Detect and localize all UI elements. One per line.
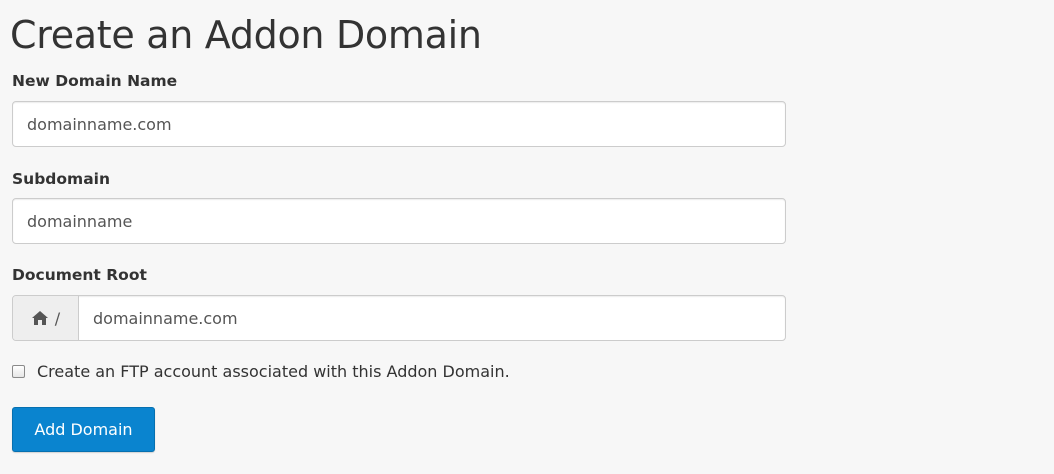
ftp-account-checkbox[interactable]: [12, 365, 25, 378]
new-domain-input[interactable]: [13, 102, 785, 146]
add-domain-button[interactable]: Add Domain: [12, 407, 155, 452]
addon-domain-form: Create an Addon Domain New Domain Name S…: [0, 0, 1054, 474]
ftp-option-row: Create an FTP account associated with th…: [12, 362, 510, 381]
new-domain-label: New Domain Name: [12, 72, 178, 90]
subdomain-input[interactable]: [13, 199, 785, 243]
new-domain-field-wrapper: [12, 101, 786, 147]
home-icon: [31, 310, 49, 326]
page-title: Create an Addon Domain: [10, 13, 482, 57]
document-root-prefix-text: /: [54, 308, 61, 328]
document-root-input[interactable]: [79, 296, 785, 340]
document-root-input-group: /: [12, 295, 786, 341]
subdomain-label: Subdomain: [12, 170, 110, 188]
subdomain-field-wrapper: [12, 198, 786, 244]
document-root-label: Document Root: [12, 266, 147, 284]
document-root-prefix: /: [13, 296, 79, 340]
ftp-account-label[interactable]: Create an FTP account associated with th…: [37, 362, 510, 381]
